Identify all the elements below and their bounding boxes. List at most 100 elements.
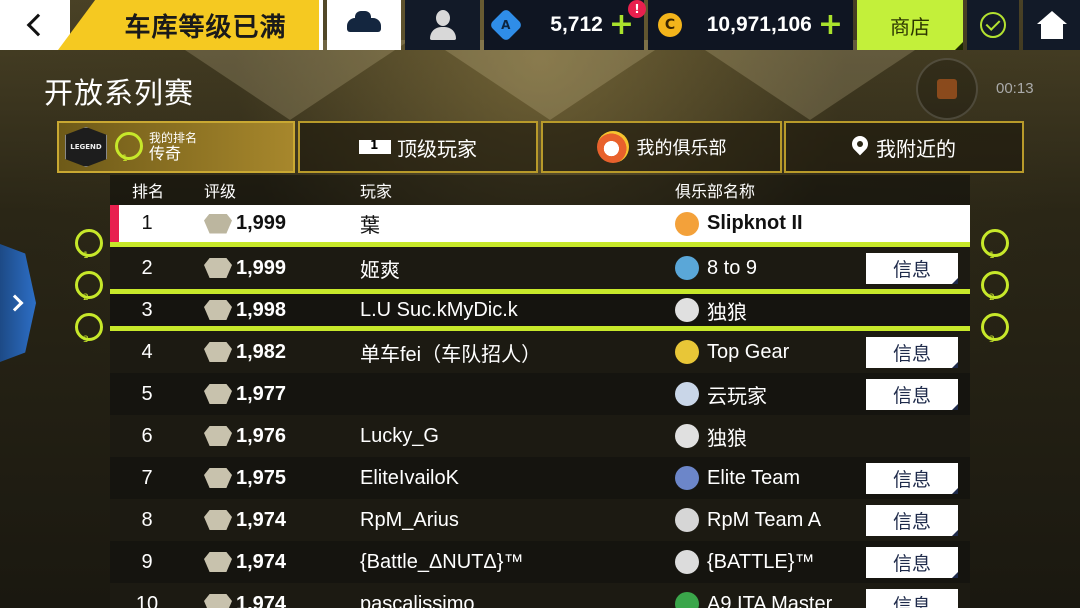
row-rank: 5 <box>141 382 153 405</box>
home-button[interactable] <box>1023 0 1080 50</box>
table-row[interactable]: 5 1,977 云玩家 信息 <box>110 373 970 415</box>
club-name: 独狼 <box>707 301 747 324</box>
car-icon <box>347 11 381 32</box>
row-rating: 1,999 <box>204 257 286 280</box>
tokens-display[interactable]: A 5,712 + <box>484 0 644 50</box>
club-name: {BATTLE}™ <box>707 550 815 573</box>
row-rating: 1,975 <box>204 467 286 490</box>
row-rating: 1,999 <box>204 212 286 235</box>
stop-icon <box>937 79 957 99</box>
table-row[interactable]: 10 1,974 pascalissimo A9 ITA Master 信息 <box>110 583 970 608</box>
rating-value: 1,977 <box>236 382 287 405</box>
tab-my-club-label: 我的俱乐部 <box>636 138 727 159</box>
tab-my-club[interactable]: 我的俱乐部 <box>541 121 782 173</box>
info-button[interactable]: 信息 <box>866 378 958 410</box>
tab-nearby[interactable]: 我附近的 <box>784 121 1024 173</box>
table-row[interactable]: 7 1,975 EliteIvailoK Elite Team 信息 <box>110 457 970 499</box>
row-rank: 10 <box>135 592 159 608</box>
profile-button[interactable] <box>405 0 480 50</box>
rank-medal-icon: 3 <box>978 311 1009 345</box>
row-player: 葉 <box>360 215 380 237</box>
credits-value: 10,971,106 <box>706 13 812 36</box>
rank-medal-icon: 2 <box>72 269 103 303</box>
row-player: L.U Suc.kMyDic.k <box>360 298 518 321</box>
row-club: A9 ITA Master <box>675 592 832 608</box>
club-name: 云玩家 <box>707 385 767 408</box>
rank-medal-icon <box>113 130 143 164</box>
row-club: RpM Team A <box>675 508 821 532</box>
checkmark-icon <box>980 12 1006 38</box>
alert-badge: ! <box>628 0 646 18</box>
row-club: Slipknot II <box>675 211 803 236</box>
row-rank: 7 <box>141 466 153 489</box>
add-credits-button[interactable]: + <box>818 10 843 40</box>
club-name: Elite Team <box>707 466 801 489</box>
rating-badge-icon <box>204 213 232 234</box>
club-emblem-icon <box>596 131 629 163</box>
row-player: EliteIvailoK <box>360 466 459 489</box>
location-pin-icon <box>852 136 868 158</box>
row-rating: 1,976 <box>204 425 286 448</box>
info-button[interactable]: 信息 <box>866 504 958 536</box>
tab-my-rank[interactable]: LEGEND 我的排名 传奇 <box>57 121 295 173</box>
garage-button[interactable] <box>327 0 401 50</box>
table-row[interactable]: 2 1,999 姬爽 8 to 9 信息 <box>110 247 970 289</box>
table-row[interactable]: 4 1,982 单车fei（车队招人） Top Gear 信息 <box>110 331 970 373</box>
shop-button[interactable]: 商店 <box>857 0 963 50</box>
rating-value: 1,999 <box>236 212 287 234</box>
row-rating: 1,974 <box>204 509 286 532</box>
club-name: 8 to 9 <box>707 256 758 279</box>
garage-status-banner[interactable]: 车库等级已满 <box>58 0 323 50</box>
info-button[interactable]: 信息 <box>866 462 958 494</box>
table-row[interactable]: 3 1,998 L.U Suc.kMyDic.k 独狼 <box>110 289 970 331</box>
info-button[interactable]: 信息 <box>866 546 958 578</box>
rating-value: 1,975 <box>236 466 287 489</box>
table-row[interactable]: 1 1,999 葉 Slipknot II <box>110 205 970 247</box>
club-name: 独狼 <box>707 427 747 450</box>
rating-badge-icon <box>204 342 232 362</box>
info-button[interactable]: 信息 <box>866 588 958 608</box>
tab-top-players-label: 顶级玩家 <box>397 136 477 161</box>
table-body: 1 1,999 葉 Slipknot II 2 1,999 姬爽 8 to 9 信息 3 1,998… <box>110 205 970 608</box>
home-icon <box>1036 11 1067 39</box>
row-rank: 2 <box>141 256 153 279</box>
club-icon <box>675 256 699 280</box>
top-bar: 车库等级已满 A 5,712 + ! C 10,971,106 + 商店 <box>0 0 1080 50</box>
club-name: RpM Team A <box>707 508 822 531</box>
info-button[interactable]: 信息 <box>866 252 958 284</box>
leaderboard-tabs: LEGEND 我的排名 传奇 顶级玩家 我的俱乐部 我附近的 <box>57 121 1024 173</box>
medal-number: 3 <box>83 335 89 345</box>
rating-badge-icon <box>204 468 232 488</box>
rating-value: 1,974 <box>236 508 287 531</box>
record-button[interactable] <box>916 58 978 120</box>
tokens-value: 5,712 <box>550 13 603 36</box>
row-club: Elite Team <box>675 466 800 490</box>
my-rank-value: 传奇 <box>149 143 182 163</box>
club-icon <box>675 508 699 532</box>
row-rank: 1 <box>141 212 153 234</box>
tab-top-players[interactable]: 顶级玩家 <box>298 121 538 173</box>
table-row[interactable]: 9 1,974 {Battle_ΔNUTΔ}™ {BATTLE}™ 信息 <box>110 541 970 583</box>
rank-medal-icon: 1 <box>978 227 1009 261</box>
leaderboard-table: 排名 评级 玩家 俱乐部名称 1 1,999 葉 Slipknot II 2 1,999 姬… <box>110 175 970 608</box>
rating-value: 1,976 <box>236 424 287 447</box>
rank-medal-icon: 1 <box>72 227 103 261</box>
chevron-right-icon <box>6 294 24 312</box>
medal-number: 1 <box>989 251 995 261</box>
rating-value: 1,982 <box>236 340 287 363</box>
table-row[interactable]: 6 1,976 Lucky_G 独狼 <box>110 415 970 457</box>
light-beam <box>430 40 670 120</box>
garage-status-text: 车库等级已满 <box>124 12 287 43</box>
medal-number: 2 <box>83 293 89 303</box>
back-button[interactable] <box>0 0 70 50</box>
legend-badge-icon: LEGEND <box>65 127 107 167</box>
info-button[interactable]: 信息 <box>866 336 958 368</box>
credits-display[interactable]: C 10,971,106 + <box>648 0 853 50</box>
row-rank: 6 <box>141 424 153 447</box>
credit-icon: C <box>658 13 682 37</box>
header-rank: 排名 <box>132 182 165 201</box>
checklist-button[interactable] <box>967 0 1019 50</box>
rating-badge-icon <box>204 258 232 278</box>
table-row[interactable]: 8 1,974 RpM_Arius RpM Team A 信息 <box>110 499 970 541</box>
row-club: Top Gear <box>675 340 789 364</box>
